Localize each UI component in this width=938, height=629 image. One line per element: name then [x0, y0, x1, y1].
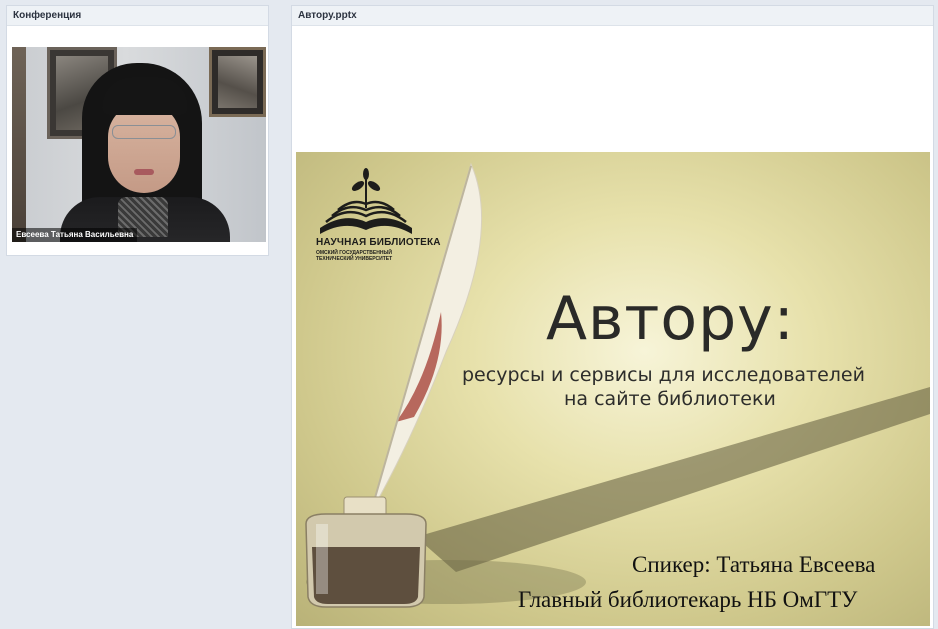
conference-panel-title: Конференция [7, 6, 268, 26]
presentation-slide[interactable]: НАУЧНАЯ БИБЛИОТЕКА ОМСКИЙ ГОСУДАРСТВЕННЫ… [296, 152, 930, 626]
conference-panel: Конференция Евсеева Татьяна Васильевна [6, 5, 269, 256]
logo-title: НАУЧНАЯ БИБЛИОТЕКА [316, 237, 441, 248]
presentation-panel: Автору.pptx НАУЧНАЯ БИБЛИОТЕКА ОМСКИЙ ГО… [291, 5, 934, 629]
ink-bottle-icon [305, 496, 427, 608]
wall-picture-right [209, 47, 266, 117]
slide-subtitle-line1: ресурсы и сервисы для исследователей [462, 364, 865, 386]
participant-name-tag: Евсеева Татьяна Васильевна [12, 228, 138, 242]
slide-title: Автору: [546, 284, 795, 354]
slide-subtitle-line2: на сайте библиотеки [564, 388, 776, 410]
library-logo-icon [320, 168, 412, 234]
video-bookcase [12, 47, 26, 242]
slide-speaker-role: Главный библиотекарь НБ ОмГТУ [518, 587, 858, 612]
participant-video[interactable]: Евсеева Татьяна Васильевна [12, 47, 266, 242]
presentation-panel-title: Автору.pptx [292, 6, 933, 26]
slide-speaker: Спикер: Татьяна Евсеева [632, 552, 876, 577]
participant-bangs [102, 77, 188, 115]
participant-lips [134, 169, 154, 175]
participant-glasses [112, 125, 176, 139]
quill-feather-icon [367, 162, 483, 523]
logo-subtitle-line2: ТЕХНИЧЕСКИЙ УНИВЕРСИТЕТ [316, 256, 393, 262]
participant-face [108, 103, 180, 193]
quill-shadow [416, 387, 930, 572]
